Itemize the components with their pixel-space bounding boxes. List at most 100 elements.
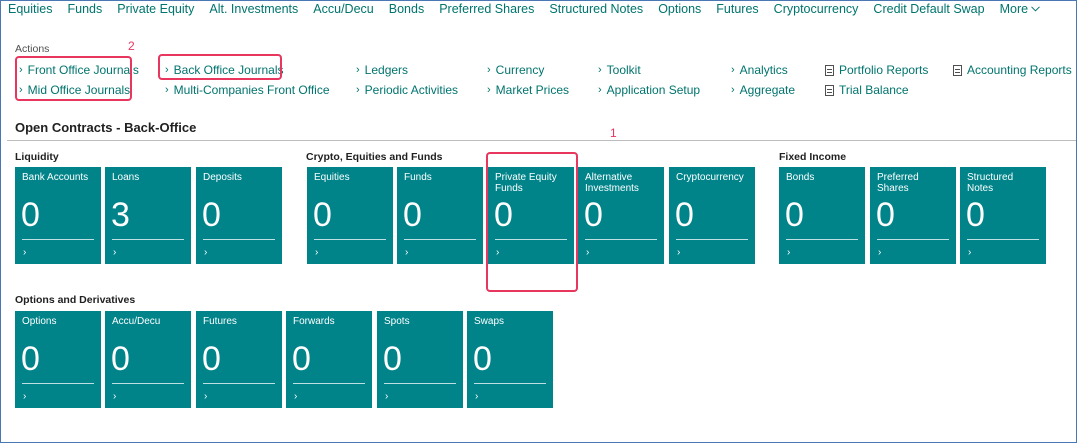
- tile-divider: [877, 239, 949, 240]
- action-label: Market Prices: [495, 83, 570, 97]
- nav-structured-notes[interactable]: Structured Notes: [549, 2, 643, 16]
- tile-spots[interactable]: Spots 0 ›: [377, 311, 463, 408]
- tile-title: Loans: [112, 172, 140, 183]
- chevron-right-icon: ›: [487, 64, 491, 76]
- tile-divider: [384, 383, 456, 384]
- chevron-right-icon: ›: [294, 391, 298, 402]
- tile-cryptocurrency[interactable]: Cryptocurrency 0 ›: [669, 167, 755, 264]
- chevron-right-icon: ›: [113, 247, 117, 258]
- tile-divider: [786, 239, 858, 240]
- highlight-box-front-mid-journals: [15, 56, 132, 101]
- tile-preferred-shares[interactable]: Preferred Shares 0 ›: [870, 167, 956, 264]
- action-label: Toolkit: [606, 63, 641, 77]
- action-label: Multi-Companies Front Office: [173, 83, 330, 97]
- tile-divider: [293, 383, 365, 384]
- group-title-crypto-equities-funds: Crypto, Equities and Funds: [306, 151, 443, 163]
- chevron-right-icon: ›: [677, 247, 681, 258]
- chevron-right-icon: ›: [598, 84, 602, 96]
- tile-equities[interactable]: Equities 0 ›: [307, 167, 393, 264]
- tile-alternative-investments[interactable]: Alternative Investments 0 ›: [578, 167, 664, 264]
- tile-funds[interactable]: Funds 0 ›: [397, 167, 483, 264]
- action-ledgers[interactable]: › Ledgers: [356, 63, 408, 77]
- tile-title: Deposits: [203, 172, 242, 183]
- action-trial-balance[interactable]: Trial Balance: [825, 83, 909, 97]
- action-aggregate[interactable]: › Aggregate: [731, 83, 795, 97]
- tile-accu-decu[interactable]: Accu/Decu 0 ›: [105, 311, 191, 408]
- tile-value: 0: [473, 340, 492, 378]
- nav-options[interactable]: Options: [658, 2, 701, 16]
- action-toolkit[interactable]: › Toolkit: [598, 63, 641, 77]
- action-application-setup[interactable]: › Application Setup: [598, 83, 700, 97]
- chevron-right-icon: ›: [598, 64, 602, 76]
- chevron-right-icon: ›: [475, 391, 479, 402]
- tile-divider: [203, 239, 275, 240]
- action-multi-companies-front-office[interactable]: › Multi-Companies Front Office: [165, 83, 330, 97]
- nav-more-menu[interactable]: More: [1000, 2, 1040, 16]
- tile-title: Forwards: [293, 316, 335, 327]
- tile-divider: [203, 383, 275, 384]
- tile-bonds[interactable]: Bonds 0 ›: [779, 167, 865, 264]
- nav-funds[interactable]: Funds: [67, 2, 102, 16]
- tile-title: Bonds: [786, 172, 815, 183]
- action-label: Portfolio Reports: [839, 63, 929, 77]
- page-title: Open Contracts - Back-Office: [15, 120, 197, 135]
- tile-title: Cryptocurrency: [676, 172, 744, 183]
- tile-value: 0: [21, 196, 40, 234]
- tile-divider: [112, 383, 184, 384]
- action-label: Application Setup: [606, 83, 701, 97]
- tile-options[interactable]: Options 0 ›: [15, 311, 101, 408]
- tile-structured-notes[interactable]: Structured Notes 0 ›: [960, 167, 1046, 264]
- chevron-right-icon: ›: [315, 247, 319, 258]
- tile-value: 0: [584, 196, 603, 234]
- tile-value: 0: [202, 196, 221, 234]
- tile-value: 3: [111, 196, 130, 234]
- tile-value: 0: [675, 196, 694, 234]
- nav-equities[interactable]: Equities: [8, 2, 52, 16]
- action-currency[interactable]: › Currency: [487, 63, 544, 77]
- chevron-right-icon: ›: [731, 84, 735, 96]
- chevron-right-icon: ›: [165, 84, 169, 96]
- tile-divider: [676, 239, 748, 240]
- tile-divider: [404, 239, 476, 240]
- action-portfolio-reports[interactable]: Portfolio Reports: [825, 63, 928, 77]
- nav-more-label: More: [999, 2, 1029, 16]
- divider: [7, 140, 1077, 141]
- actions-label: Actions: [15, 43, 50, 55]
- nav-alt-investments[interactable]: Alt. Investments: [209, 2, 298, 16]
- tile-forwards[interactable]: Forwards 0 ›: [286, 311, 372, 408]
- nav-credit-default-swap[interactable]: Credit Default Swap: [873, 2, 984, 16]
- chevron-right-icon: ›: [113, 391, 117, 402]
- chevron-right-icon: ›: [878, 247, 882, 258]
- tile-loans[interactable]: Loans 3 ›: [105, 167, 191, 264]
- nav-accu-decu[interactable]: Accu/Decu: [313, 2, 373, 16]
- nav-cryptocurrency[interactable]: Cryptocurrency: [774, 2, 859, 16]
- tile-title: Equities: [314, 172, 350, 183]
- nav-private-equity[interactable]: Private Equity: [117, 2, 194, 16]
- nav-futures[interactable]: Futures: [716, 2, 758, 16]
- chevron-right-icon: ›: [405, 247, 409, 258]
- action-label: Aggregate: [739, 83, 796, 97]
- nav-bonds[interactable]: Bonds: [389, 2, 424, 16]
- annotation-marker-2: 2: [128, 39, 135, 53]
- highlight-box-back-office-journals: [158, 54, 282, 80]
- tile-title: Accu/Decu: [112, 316, 161, 327]
- tile-futures[interactable]: Futures 0 ›: [196, 311, 282, 408]
- tile-title: Options: [22, 316, 57, 327]
- action-market-prices[interactable]: › Market Prices: [487, 83, 569, 97]
- nav-preferred-shares[interactable]: Preferred Shares: [439, 2, 534, 16]
- tile-title: Spots: [384, 316, 410, 327]
- tile-title: Funds: [404, 172, 432, 183]
- tile-value: 0: [383, 340, 402, 378]
- chevron-right-icon: ›: [356, 84, 360, 96]
- chevron-right-icon: ›: [731, 64, 735, 76]
- tile-bank-accounts[interactable]: Bank Accounts 0 ›: [15, 167, 101, 264]
- tile-divider: [474, 383, 546, 384]
- action-accounting-reports[interactable]: Accounting Reports: [953, 63, 1072, 77]
- tile-deposits[interactable]: Deposits 0 ›: [196, 167, 282, 264]
- tile-divider: [314, 239, 386, 240]
- tile-title: Structured Notes: [967, 172, 1014, 194]
- tile-swaps[interactable]: Swaps 0 ›: [467, 311, 553, 408]
- action-analytics[interactable]: › Analytics: [731, 63, 788, 77]
- tile-value: 0: [292, 340, 311, 378]
- action-periodic-activities[interactable]: › Periodic Activities: [356, 83, 458, 97]
